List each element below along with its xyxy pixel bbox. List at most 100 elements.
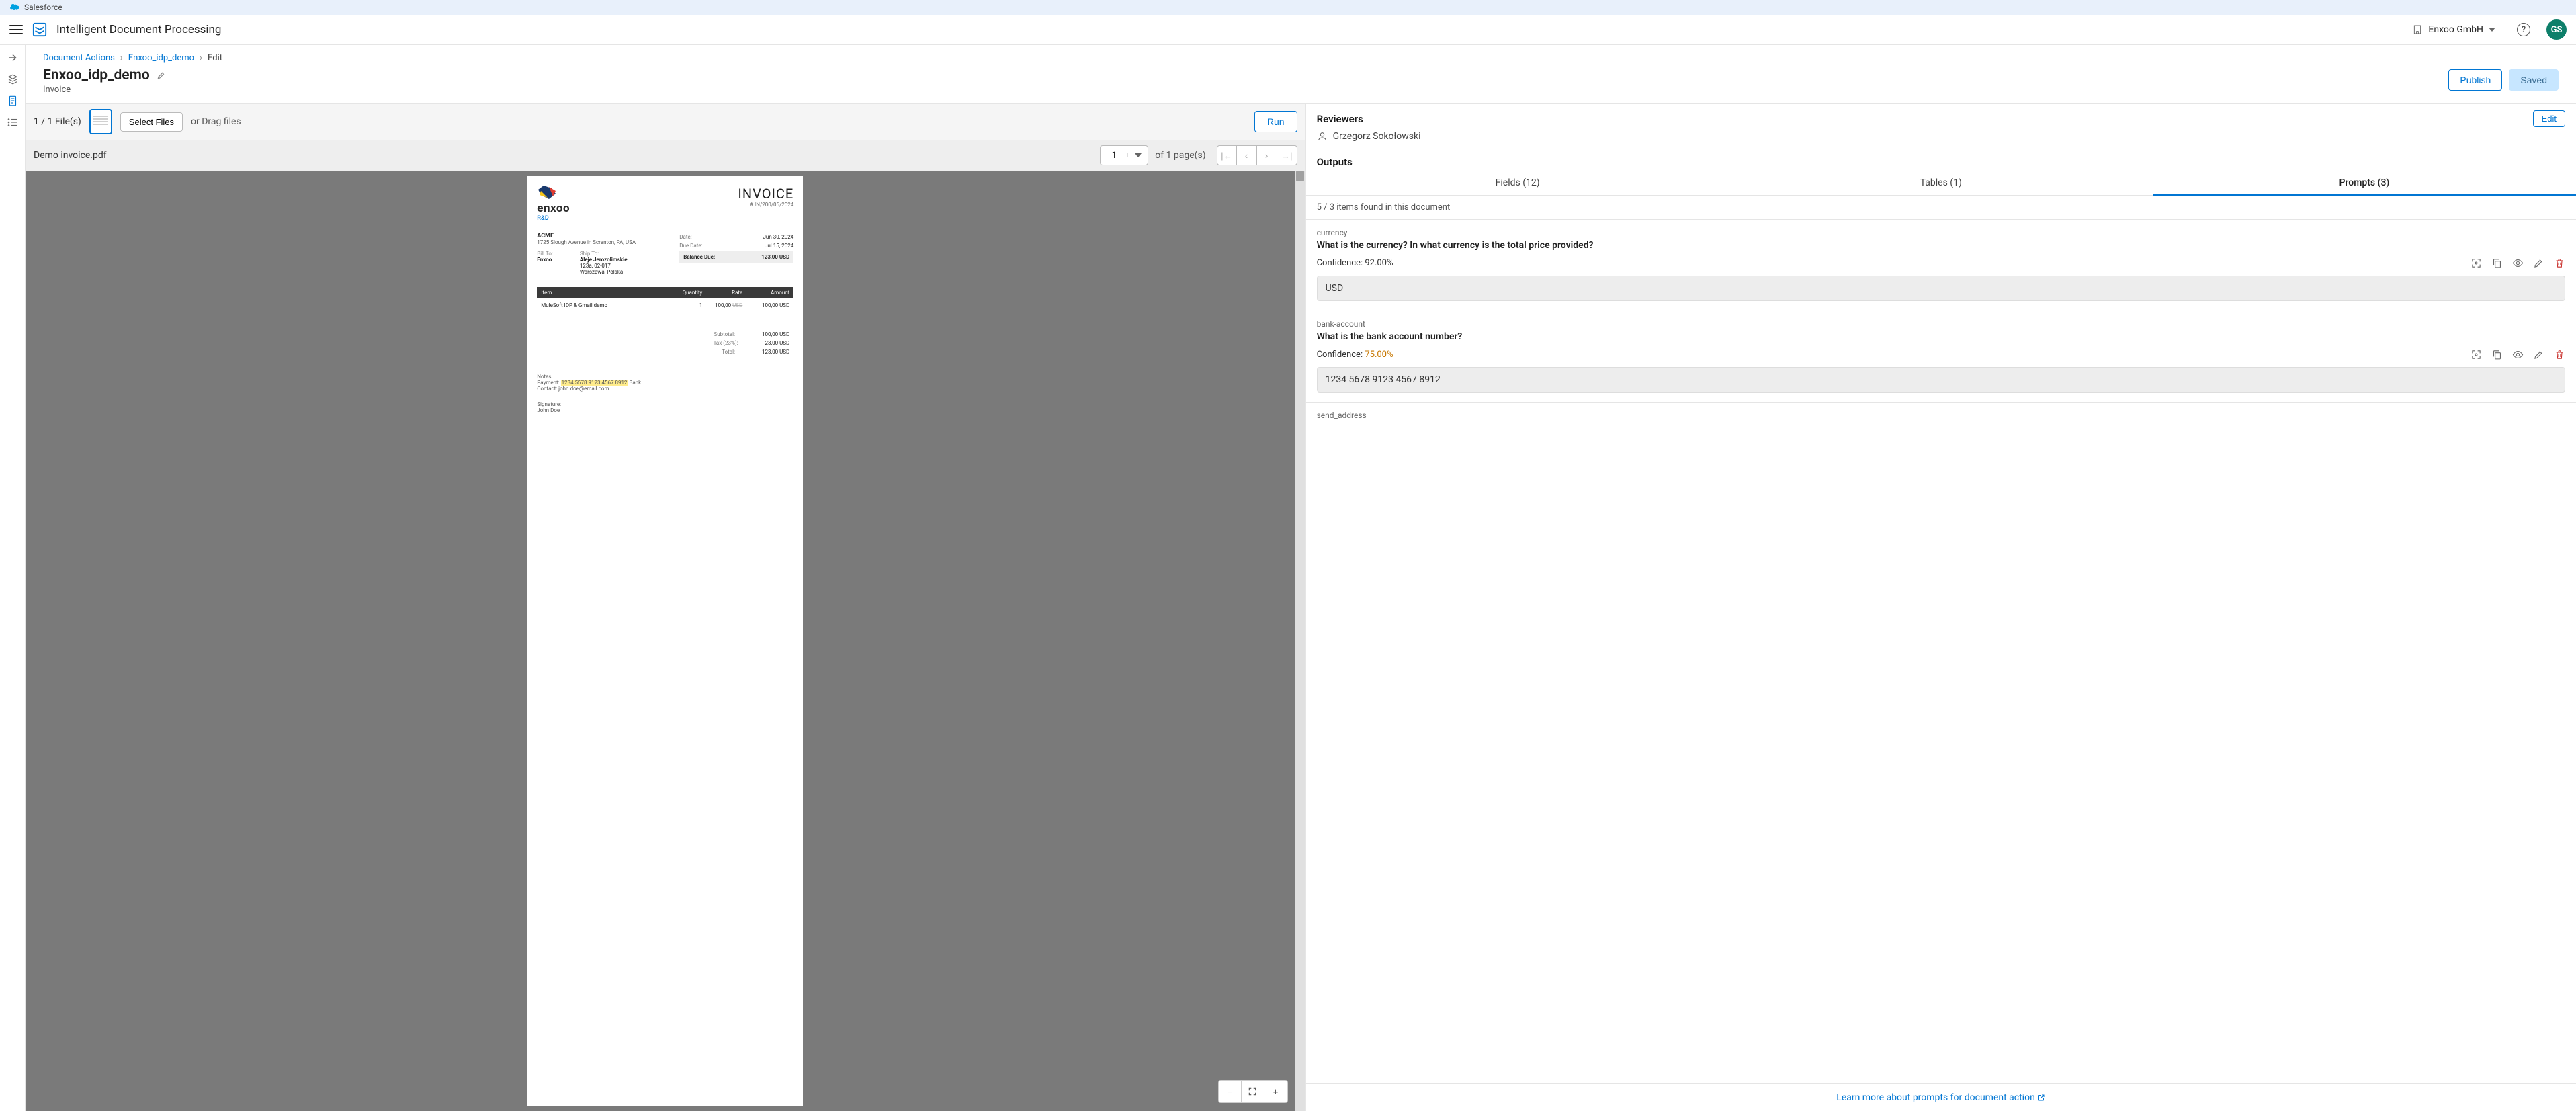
page-select[interactable]: 1: [1100, 145, 1148, 165]
vendor-brand: enxoo: [537, 202, 570, 215]
rename-button[interactable]: [157, 71, 166, 80]
publish-button[interactable]: Publish: [2448, 69, 2502, 91]
user-icon: [1317, 131, 1328, 142]
vendor-brand-sub: R&D: [537, 215, 570, 222]
balance-label: Balance Due:: [683, 254, 715, 260]
saved-status-button: Saved: [2509, 69, 2559, 91]
delete-icon[interactable]: [2554, 349, 2565, 360]
outputs-tabs: Fields (12) Tables (1) Prompts (3): [1306, 171, 2576, 196]
app-logo-icon: [32, 22, 47, 37]
select-files-button[interactable]: Select Files: [120, 112, 183, 132]
visibility-icon[interactable]: [2512, 257, 2524, 269]
file-count: 1 / 1 File(s): [34, 116, 81, 127]
tab-tables[interactable]: Tables (1): [1729, 171, 2153, 195]
page-header: Document Actions › Enxoo_idp_demo › Edit…: [26, 45, 2576, 103]
locate-icon[interactable]: [2471, 257, 2482, 269]
edit-icon[interactable]: [2533, 257, 2544, 269]
vendor-name: ACME: [537, 233, 679, 239]
first-page-button[interactable]: |←: [1217, 145, 1237, 165]
prompt-key: bank-account: [1317, 319, 2565, 329]
reviewers-title: Reviewers: [1317, 113, 1363, 125]
tab-prompts[interactable]: Prompts (3): [2153, 171, 2576, 195]
learn-more-bar: Learn more about prompts for document ac…: [1306, 1083, 2576, 1111]
line-item-row: MuleSoft IDP & Gmail demo 1 100,00USD 10…: [537, 298, 793, 313]
crumb-sep: ›: [120, 53, 123, 63]
ship-to-l3: Warszawa, Polska: [580, 269, 628, 275]
prompt-card: send_address: [1306, 403, 2576, 427]
zoom-controls: − +: [1218, 1080, 1288, 1103]
chevron-down-icon: [1127, 153, 1148, 157]
invoice-number: # IN/200/06/2024: [738, 202, 793, 208]
zoom-in-button[interactable]: +: [1264, 1081, 1287, 1102]
zoom-out-button[interactable]: −: [1219, 1081, 1242, 1102]
rail-item-document[interactable]: [7, 95, 19, 107]
rail-expand-button[interactable]: [7, 52, 19, 64]
reviewers-edit-button[interactable]: Edit: [2533, 110, 2565, 127]
document-page: enxoo R&D INVOICE # IN/200/06/2024 ACME: [527, 176, 803, 1106]
highlighted-account: 1234 5678 9123 4567 8912: [561, 380, 628, 386]
file-thumbnail[interactable]: [89, 109, 112, 134]
viewer-scrollbar[interactable]: [1295, 171, 1305, 1111]
crumb-item[interactable]: Enxoo_idp_demo: [128, 53, 194, 63]
prompt-key: currency: [1317, 228, 2565, 237]
org-switcher[interactable]: Enxoo GmbH: [2412, 24, 2495, 35]
prompt-key: send_address: [1317, 411, 2565, 420]
external-link-icon: [2037, 1094, 2045, 1102]
date-label: Date:: [679, 234, 691, 240]
last-page-button[interactable]: →|: [1277, 145, 1297, 165]
date-value: Jun 30, 2024: [763, 234, 794, 240]
salesforce-cloud-icon: [8, 3, 20, 11]
prompt-confidence: Confidence: 75.00%: [1317, 349, 1393, 360]
chevron-down-icon: [2489, 28, 2495, 32]
prev-page-button[interactable]: ‹: [1237, 145, 1257, 165]
next-page-button[interactable]: ›: [1257, 145, 1277, 165]
user-avatar[interactable]: GS: [2546, 19, 2567, 40]
rail-item-layers[interactable]: [7, 73, 19, 85]
balance-value: 123,00 USD: [761, 254, 789, 260]
help-button[interactable]: ?: [2517, 23, 2530, 36]
learn-more-link[interactable]: Learn more about prompts for document ac…: [1836, 1092, 2045, 1103]
breadcrumb: Document Actions › Enxoo_idp_demo › Edit: [43, 53, 2559, 63]
page-subtitle: Invoice: [43, 85, 2559, 95]
reviewer-item: Grzegorz Sokołowski: [1306, 131, 2576, 149]
ship-to-l1: Aleje Jerozolimskie: [580, 257, 628, 263]
prompt-value[interactable]: USD: [1317, 276, 2565, 301]
nav-menu-button[interactable]: [9, 23, 23, 36]
building-icon: [2412, 24, 2423, 35]
prompt-question: What is the currency? In what currency i…: [1317, 240, 2565, 251]
invoice-heading: INVOICE: [738, 186, 793, 202]
crumb-sep: ›: [200, 53, 202, 63]
document-toolbar: Demo invoice.pdf 1 of 1 page(s) |← ‹ › →…: [26, 140, 1305, 171]
salesforce-brand-bar: Salesforce: [0, 0, 2576, 15]
bill-to-label: Bill To:: [537, 251, 553, 257]
invoice-notes: Notes: Payment: 1234 5678 9123 4567 8912…: [537, 374, 793, 392]
edit-icon[interactable]: [2533, 349, 2544, 360]
prompts-list[interactable]: 5 / 3 items found in this document curre…: [1306, 196, 2576, 1083]
page-total: of 1 page(s): [1155, 150, 1205, 161]
rail-item-list[interactable]: [7, 116, 19, 128]
document-viewer[interactable]: enxoo R&D INVOICE # IN/200/06/2024 ACME: [26, 171, 1305, 1111]
visibility-icon[interactable]: [2512, 349, 2524, 360]
delete-icon[interactable]: [2554, 257, 2565, 269]
invoice-totals: Subtotal:100,00 USD Tax (23%):23,00 USD …: [537, 330, 793, 356]
zoom-fit-button[interactable]: [1242, 1081, 1264, 1102]
locate-icon[interactable]: [2471, 349, 2482, 360]
bill-to-value: Enxoo: [537, 257, 553, 263]
page-number: 1: [1101, 151, 1127, 161]
app-title: Intelligent Document Processing: [56, 23, 221, 36]
tab-fields[interactable]: Fields (12): [1306, 171, 1729, 195]
drag-hint: or Drag files: [191, 116, 241, 127]
items-found-text: 5 / 3 items found in this document: [1306, 196, 2576, 220]
prompt-value[interactable]: 1234 5678 9123 4567 8912: [1317, 367, 2565, 393]
reviewers-header: Reviewers Edit: [1306, 104, 2576, 131]
page-title: Enxoo_idp_demo: [43, 67, 150, 83]
crumb-root[interactable]: Document Actions: [43, 53, 115, 63]
org-name: Enxoo GmbH: [2428, 24, 2483, 35]
left-nav-rail: [0, 45, 26, 1111]
prompt-question: What is the bank account number?: [1317, 331, 2565, 342]
copy-icon[interactable]: [2491, 257, 2503, 269]
ship-to-label: Ship To:: [580, 251, 628, 257]
app-header: Intelligent Document Processing Enxoo Gm…: [0, 15, 2576, 45]
copy-icon[interactable]: [2491, 349, 2503, 360]
run-button[interactable]: Run: [1254, 111, 1297, 132]
